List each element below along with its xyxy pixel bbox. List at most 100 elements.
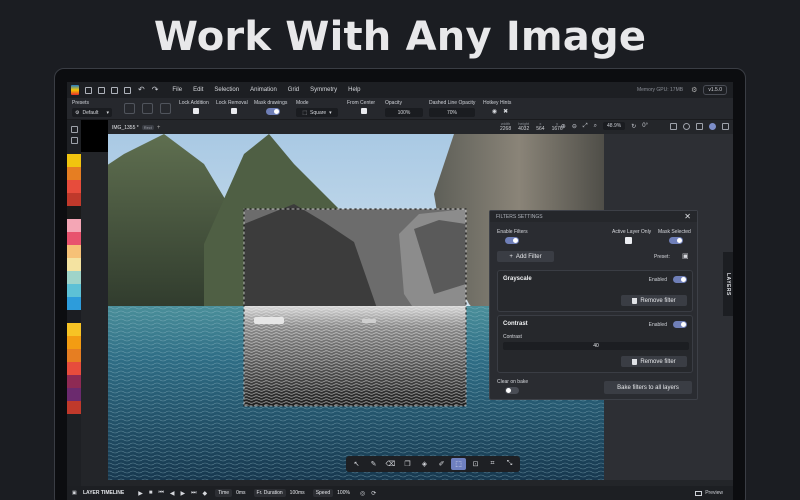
speed-value[interactable]: 100% <box>337 490 350 496</box>
color-swatch[interactable] <box>67 375 81 388</box>
zoom-out-icon[interactable]: ⊖ <box>572 123 577 130</box>
layers-tab[interactable]: LAYERS <box>723 252 733 316</box>
first-frame-icon[interactable]: ⏮ <box>158 490 163 497</box>
new-file-icon[interactable] <box>85 86 92 94</box>
timeline-toggle-icon[interactable]: ▣ <box>72 490 77 496</box>
color-swatch[interactable] <box>67 258 81 271</box>
color-swatch[interactable] <box>67 388 81 401</box>
pencil-tool-icon[interactable]: ✎ <box>366 458 381 470</box>
bake-filters-button[interactable]: Bake filters to all layers <box>604 381 692 394</box>
eyedropper-tool-icon[interactable]: ✐ <box>434 458 449 470</box>
search-icon[interactable]: ⌕ <box>594 123 597 130</box>
close-icon[interactable]: ✕ <box>684 212 691 221</box>
eraser-tool-icon[interactable]: ⌫ <box>383 458 398 470</box>
time-value[interactable]: 0ms <box>236 490 245 496</box>
color-swatch[interactable] <box>67 167 81 180</box>
eye-icon[interactable]: ◉ <box>492 108 497 115</box>
color-swatch[interactable] <box>67 232 81 245</box>
transform-tool-icon[interactable]: ⊡ <box>468 458 483 470</box>
lock-removal-checkbox[interactable] <box>231 108 237 114</box>
palette-list-icon[interactable] <box>70 137 78 144</box>
preview-button[interactable]: Preview <box>695 490 723 496</box>
new-tab-icon[interactable]: + <box>157 125 161 131</box>
onion-skin-icon[interactable]: ◎ <box>360 490 365 497</box>
grid-icon[interactable] <box>670 122 677 130</box>
color-swatch[interactable] <box>67 180 81 193</box>
color-swatch[interactable] <box>67 401 81 414</box>
clear-on-bake-toggle[interactable] <box>505 387 519 394</box>
rotate-icon[interactable]: ↻ <box>631 123 636 130</box>
color-swatch[interactable] <box>67 323 81 336</box>
menu-symmetry[interactable]: Symmetry <box>310 87 337 93</box>
close-hints-icon[interactable]: ✖ <box>503 108 508 115</box>
color-swatch[interactable] <box>67 219 81 232</box>
color-swatch[interactable] <box>67 154 81 167</box>
add-filter-button[interactable]: + Add Filter <box>497 251 554 262</box>
layers-tool-icon[interactable]: ❐ <box>400 458 415 470</box>
color-swatch[interactable] <box>67 310 81 323</box>
menu-animation[interactable]: Animation <box>250 87 277 93</box>
loop-icon[interactable]: ⟳ <box>371 490 376 497</box>
select-tool-icon[interactable]: ⬚ <box>451 458 466 470</box>
crosshair-icon[interactable] <box>683 122 690 130</box>
filter-enabled-toggle[interactable] <box>673 276 687 283</box>
camera-icon[interactable]: ▶ <box>138 490 143 497</box>
lock-addition-checkbox[interactable] <box>193 108 199 114</box>
sidebar-toggle-icon[interactable] <box>722 122 729 130</box>
from-center-checkbox[interactable] <box>361 108 367 114</box>
export-icon[interactable] <box>124 86 131 94</box>
color-swatch[interactable] <box>67 336 81 349</box>
color-swatch[interactable] <box>67 245 81 258</box>
selection-mode-icon-2[interactable] <box>142 103 153 114</box>
dim-x-value[interactable]: 564 <box>536 126 544 132</box>
menu-grid[interactable]: Grid <box>288 87 299 93</box>
mask-drawings-toggle[interactable] <box>266 108 280 115</box>
remove-filter-button[interactable]: Remove filter <box>621 295 687 306</box>
rotation-value[interactable]: 0° <box>642 123 648 129</box>
menu-file[interactable]: File <box>172 87 182 93</box>
menu-help[interactable]: Help <box>348 87 360 93</box>
selection-mode-icon-1[interactable] <box>124 103 135 114</box>
fill-tool-icon[interactable]: ◈ <box>417 458 432 470</box>
next-frame-icon[interactable]: ▶ <box>181 490 186 497</box>
color-swatch[interactable] <box>67 271 81 284</box>
prev-frame-icon[interactable]: ◀ <box>170 490 175 497</box>
crop-tool-icon[interactable]: ⌗ <box>485 458 500 470</box>
last-frame-icon[interactable]: ⏭ <box>191 490 196 497</box>
move-tool-icon[interactable]: ↖ <box>349 458 364 470</box>
current-color-preview[interactable] <box>81 120 108 152</box>
dim-width-value[interactable]: 2268 <box>500 126 511 132</box>
selection-mode-icon-3[interactable] <box>160 103 171 114</box>
panel-toggle-icon[interactable] <box>70 126 78 133</box>
color-swatch[interactable] <box>67 284 81 297</box>
document-tab[interactable]: IMG_1355 * Rect + <box>112 123 160 132</box>
tag-icon[interactable]: ◆ <box>203 490 208 497</box>
color-swatch[interactable] <box>67 297 81 310</box>
zoom-in-icon[interactable]: ⊕ <box>561 123 566 130</box>
presets-select[interactable]: ⚙ Default ▾ <box>72 108 112 117</box>
stop-icon[interactable]: ■ <box>149 490 153 496</box>
menu-edit[interactable]: Edit <box>193 87 203 93</box>
color-swatch[interactable] <box>67 206 81 219</box>
undo-icon[interactable]: ↶ <box>138 86 145 94</box>
duration-value[interactable]: 100ms <box>290 490 305 496</box>
save-preset-icon[interactable]: ▣ <box>682 252 689 260</box>
opacity-input[interactable]: 100% <box>385 108 423 117</box>
active-layer-only-checkbox[interactable] <box>625 237 632 244</box>
remove-filter-button[interactable]: Remove filter <box>621 356 687 367</box>
shield-icon[interactable] <box>709 122 716 130</box>
redo-icon[interactable]: ↷ <box>152 86 159 94</box>
mask-selected-toggle[interactable] <box>669 237 683 244</box>
color-swatch[interactable] <box>67 349 81 362</box>
menu-selection[interactable]: Selection <box>214 87 239 93</box>
dim-height-value[interactable]: 4032 <box>518 126 529 132</box>
color-swatch[interactable] <box>67 362 81 375</box>
contrast-slider[interactable]: 40 <box>503 342 689 350</box>
dashed-opacity-input[interactable]: 70% <box>429 108 475 117</box>
settings-gear-icon[interactable]: ⚙ <box>691 86 697 94</box>
mode-select[interactable]: ⬚ Square ▾ <box>296 108 338 117</box>
enable-filters-toggle[interactable] <box>505 237 519 244</box>
filter-enabled-toggle[interactable] <box>673 321 687 328</box>
zoom-level[interactable]: 48.9% <box>603 122 626 130</box>
fit-icon[interactable]: ⤢ <box>583 123 588 130</box>
